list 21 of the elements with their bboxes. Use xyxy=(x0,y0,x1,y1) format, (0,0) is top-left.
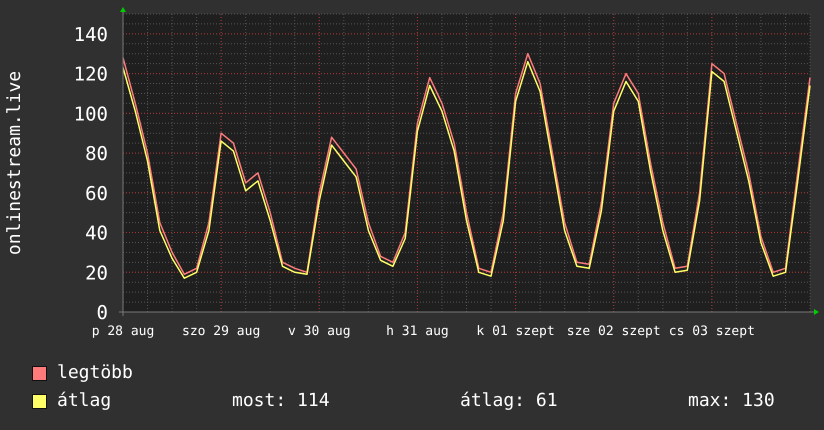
x-tick-label: p 28 aug xyxy=(92,324,154,339)
y-tick-label: 140 xyxy=(74,24,108,46)
legend-label: legtöbb xyxy=(57,362,133,384)
y-tick-label: 60 xyxy=(85,182,108,205)
x-tick-label: v 30 aug xyxy=(288,324,351,339)
legend-stat: átlag: 61 xyxy=(460,390,559,412)
y-tick-label: 40 xyxy=(85,222,108,245)
y-tick-label: 120 xyxy=(74,64,108,86)
y-tick-label: 20 xyxy=(85,262,108,284)
y-tick-label: 0 xyxy=(96,302,108,324)
legend-stat: most: 114 xyxy=(232,390,331,412)
x-tick-label: szo 29 aug xyxy=(182,324,260,339)
x-tick-label: sze 02 szept xyxy=(566,324,661,339)
legend-stat: max: 130 xyxy=(688,390,776,412)
x-tick-label: k 01 szept xyxy=(476,324,555,339)
y-tick-label: 80 xyxy=(85,143,108,166)
x-tick-label: cs 03 szept xyxy=(668,324,755,339)
y-tick-label: 100 xyxy=(74,103,108,126)
y-axis-title: onlinestream.live xyxy=(4,70,25,256)
legend-label: átlag xyxy=(57,390,112,412)
x-tick-label: h 31 aug xyxy=(386,324,449,339)
